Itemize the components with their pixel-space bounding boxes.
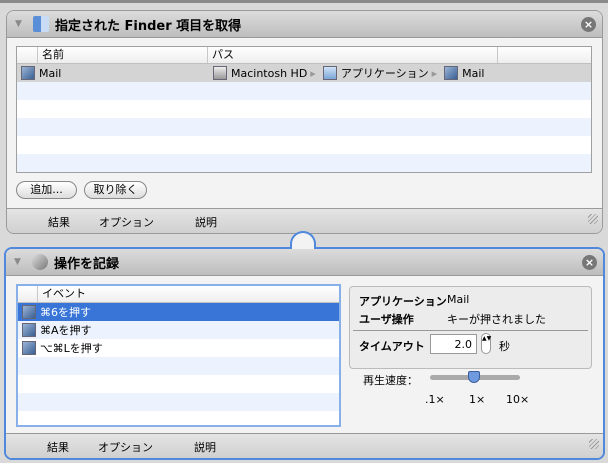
table-header: 名前 パス — [17, 47, 591, 64]
event-row[interactable]: ⌘Aを押す — [18, 321, 339, 339]
resize-grip-icon[interactable] — [588, 214, 598, 224]
window-edge — [0, 0, 608, 3]
tab-description[interactable]: 説明 — [195, 214, 217, 230]
tick-label: 10× — [506, 393, 530, 406]
action-watch-me-do: ▼ 操作を記録 × イベント ⌘6を押す ⌘Aを押す ⌥⌘Lを押す アプリケーシ… — [4, 247, 605, 460]
add-button[interactable]: 追加... — [16, 181, 77, 199]
app-value: Mail — [447, 293, 470, 306]
timeout-unit: 秒 — [499, 340, 510, 353]
table-header: イベント — [18, 286, 339, 303]
event-label: ⌘6を押す — [40, 306, 91, 319]
tab-results[interactable]: 結果 — [47, 439, 69, 455]
action-header: ▼ 指定された Finder 項目を取得 × — [7, 11, 602, 38]
close-icon[interactable]: × — [581, 17, 596, 32]
timeout-input[interactable]: 2.0 — [430, 334, 477, 354]
action-get-finder-items: ▼ 指定された Finder 項目を取得 × 名前 パス Mail Macint… — [6, 10, 603, 234]
tab-options[interactable]: オプション — [99, 214, 154, 230]
column-name[interactable]: 名前 — [38, 47, 208, 63]
path-segment: Macintosh HD — [231, 66, 308, 80]
tab-options[interactable]: オプション — [98, 439, 153, 455]
column-path[interactable]: パス — [208, 47, 498, 63]
tab-results[interactable]: 結果 — [48, 214, 70, 230]
slider-thumb[interactable] — [468, 371, 480, 383]
operation-label: ユーザ操作 — [359, 313, 414, 326]
event-row[interactable]: ⌘6を押す — [18, 303, 339, 321]
items-table[interactable]: 名前 パス Mail Macintosh HD ▸ アプリケーション ▸ Mai… — [16, 46, 592, 173]
finder-icon — [33, 16, 49, 32]
action-title: 指定された Finder 項目を取得 — [55, 18, 242, 34]
disclosure-triangle-icon[interactable]: ▼ — [14, 257, 28, 267]
timeout-label: タイムアウト — [359, 340, 425, 353]
table-row[interactable]: Mail Macintosh HD ▸ アプリケーション ▸ Mail — [17, 64, 591, 82]
robot-icon — [32, 254, 48, 270]
disclosure-triangle-icon[interactable]: ▼ — [15, 19, 29, 29]
action-title: 操作を記録 — [54, 256, 120, 272]
tick-label: .1× — [425, 393, 445, 406]
path-segment: アプリケーション — [340, 67, 429, 80]
mail-icon — [22, 341, 36, 355]
mail-icon — [22, 323, 36, 337]
event-row[interactable]: ⌥⌘Lを押す — [18, 339, 339, 357]
mail-icon — [444, 66, 459, 80]
app-label: アプリケーション — [359, 295, 447, 308]
hard-disk-icon — [213, 66, 227, 80]
action-footer: 結果 オプション 説明 — [6, 433, 603, 458]
tick-label: 1× — [469, 393, 486, 406]
path-arrow-icon: ▸ — [431, 66, 438, 80]
resize-grip-icon[interactable] — [589, 439, 599, 449]
item-name: Mail — [39, 66, 62, 80]
events-table[interactable]: イベント ⌘6を押す ⌘Aを押す ⌥⌘Lを押す — [16, 284, 341, 427]
mail-icon — [21, 66, 35, 80]
path-arrow-icon: ▸ — [310, 66, 316, 80]
mail-icon — [22, 305, 36, 319]
item-path: Macintosh HD ▸ アプリケーション ▸ Mail — [209, 65, 484, 81]
path-segment: Mail — [462, 66, 485, 80]
action-footer: 結果 オプション 説明 — [7, 208, 602, 233]
event-label: ⌘Aを押す — [40, 324, 92, 337]
column-event[interactable]: イベント — [38, 286, 339, 302]
timeout-stepper[interactable]: ▲▼ — [481, 333, 491, 354]
event-info-box: アプリケーション Mail ユーザ操作 キーが押されました タイムアウト 2.0… — [349, 286, 592, 369]
event-label: ⌥⌘Lを押す — [40, 342, 103, 355]
speed-label: 再生速度： — [363, 374, 418, 387]
operation-value: キーが押されました — [447, 313, 546, 326]
close-icon[interactable]: × — [582, 255, 597, 270]
tab-description[interactable]: 説明 — [194, 439, 216, 455]
folder-icon — [322, 66, 337, 80]
remove-button[interactable]: 取り除く — [84, 181, 147, 199]
action-header: ▼ 操作を記録 × — [6, 249, 603, 276]
